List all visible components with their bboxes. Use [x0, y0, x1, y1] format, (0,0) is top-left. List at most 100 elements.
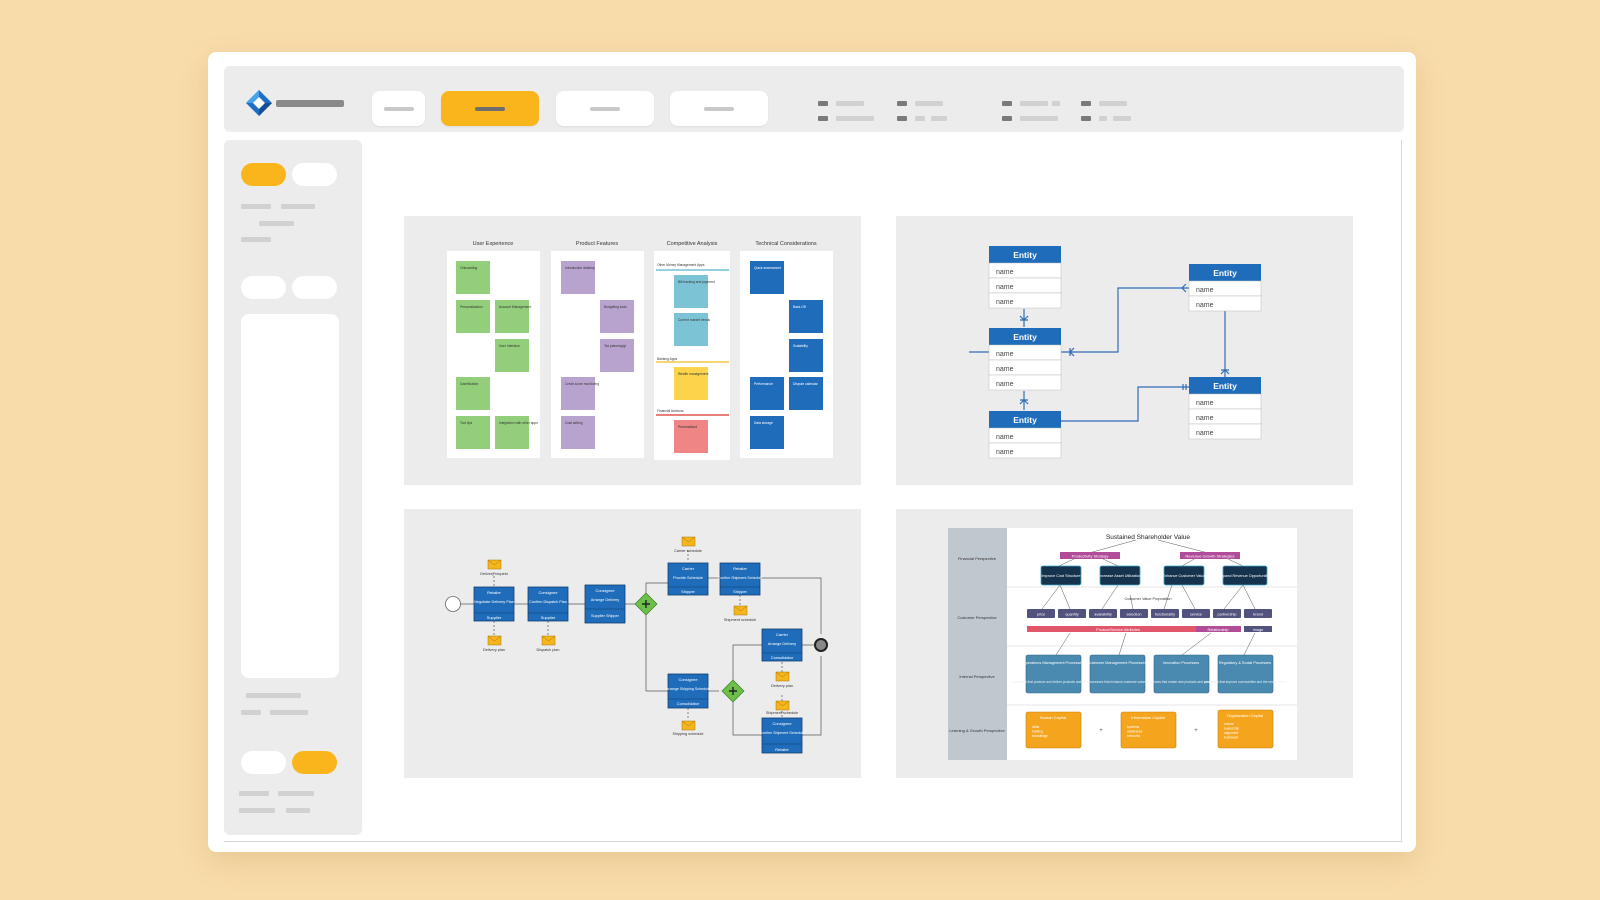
sidebar-button[interactable] — [292, 276, 337, 299]
process-title: Innovation Processes — [1163, 661, 1199, 665]
entity-attribute: name — [996, 351, 1014, 358]
menu-item[interactable] — [836, 101, 864, 106]
sticky-note: Performance — [754, 382, 773, 386]
strategy-title: Sustained Shareholder Value — [1106, 534, 1190, 541]
bpmn-task[interactable]: Carrier Arrange Delivery Consolidator — [761, 628, 803, 662]
entity-table[interactable]: Entity name name — [1188, 264, 1262, 312]
entity-title: Entity — [1013, 250, 1037, 260]
message-envelope-icon: Dispatch plan — [536, 635, 560, 652]
task-role: Shipper — [681, 589, 695, 594]
bpmn-task[interactable]: Consignee Arrange Shipping Schedule Cons… — [666, 673, 710, 709]
objective-box[interactable]: Improve Cost Structure — [1040, 565, 1082, 586]
attribute-label: service — [1190, 613, 1202, 617]
entity-attribute: name — [1196, 430, 1214, 437]
entity-table[interactable]: Entity name name — [988, 411, 1062, 459]
perspective-label: Learning & Growth Perspective — [949, 728, 1005, 733]
attribute-label: brand — [1253, 613, 1263, 617]
message-envelope-icon: Carrier schedule — [674, 536, 702, 553]
capital-box[interactable]: Human Capital skills training knowledge — [1025, 711, 1082, 749]
group-label: Product/Service Attributes — [1096, 628, 1140, 632]
menu-item[interactable] — [1020, 101, 1048, 106]
tab-1[interactable] — [372, 91, 425, 126]
entity-title: Entity — [1013, 332, 1037, 342]
bpmn-task[interactable]: Consignee Confirm Dispatch Plan Supplier — [527, 586, 569, 622]
process-desc: processes that enhance customer value — [1089, 680, 1146, 684]
objective-box[interactable]: Increase Asset Utilization — [1099, 565, 1141, 586]
menu-item[interactable] — [1099, 101, 1127, 106]
sidebar-button[interactable] — [241, 276, 286, 299]
bpmn-task[interactable]: Consignee Arrange Delivery Supplier Ship… — [584, 584, 626, 624]
menu-item[interactable] — [931, 116, 947, 121]
sidebar-text-line — [259, 221, 294, 226]
message-label: Dispatch plan — [536, 648, 559, 652]
template-card-brainstorm[interactable]: User Experience Product Features Competi… — [404, 216, 861, 485]
lane-title: Technical Considerations — [755, 241, 816, 247]
task-name: Confirm Shipment Schedule — [760, 731, 805, 735]
capital-item: knowledge — [1032, 734, 1048, 738]
menu-bullet — [897, 101, 907, 106]
bpmn-task[interactable]: Retailer Confirm Shipment Schedule Shipp… — [718, 562, 763, 596]
template-card-strategy-map[interactable]: Financial Perspective Customer Perspecti… — [896, 509, 1353, 778]
tab-2-active[interactable] — [441, 91, 539, 126]
capital-item: skills — [1032, 725, 1039, 729]
task-role: Consolidator — [677, 701, 700, 706]
message-envelope-icon: Shipping schedule — [672, 720, 704, 736]
entity-table[interactable]: Entity name name name — [1188, 377, 1262, 440]
objective-box[interactable]: Expand Revenue Opportunities — [1219, 565, 1272, 586]
capital-title: Organization Capital — [1227, 713, 1263, 718]
menu-item[interactable] — [1099, 116, 1107, 121]
menu-item[interactable] — [1020, 116, 1058, 121]
menu-bullet — [1081, 116, 1091, 121]
menu-bullet — [897, 116, 907, 121]
sidebar-confirm-button[interactable] — [292, 751, 337, 774]
menu-item[interactable] — [915, 101, 943, 106]
entity-table[interactable]: Entity name name name — [988, 246, 1062, 309]
task-name: Arrange Delivery — [768, 642, 796, 646]
objective-box[interactable]: Enhance Customer Value — [1163, 565, 1206, 586]
sidebar-toggle-on[interactable] — [241, 163, 286, 186]
sticky-note: Wealth management — [678, 372, 708, 376]
template-card-bpmn[interactable]: Retailer Negotiate Delivery Plan Supplie… — [404, 509, 861, 778]
message-label: Delivery plan — [771, 684, 793, 688]
bpmn-task[interactable]: Consignee Confirm Shipment Schedule Reta… — [760, 717, 805, 754]
bpmn-diagram: Retailer Negotiate Delivery Plan Supplie… — [445, 536, 828, 754]
sidebar-toggle-off[interactable] — [292, 163, 337, 186]
task-role: Supplier Shipper — [591, 614, 620, 618]
sticky-note: Introduction desktop — [565, 266, 595, 270]
bpmn-task[interactable]: Carrier Provide Schedule Shipper — [667, 562, 709, 596]
attribute-chip: functionality — [1151, 609, 1179, 618]
menu-item[interactable] — [1113, 116, 1131, 121]
sidebar-cancel-button[interactable] — [241, 751, 286, 774]
menu-item[interactable] — [836, 116, 874, 121]
menu-item[interactable] — [915, 116, 925, 121]
process-title: Regulatory & Social Processes — [1219, 661, 1271, 665]
tab-4[interactable] — [670, 91, 768, 126]
sticky-note: Tax planning/gt — [604, 344, 626, 348]
group-label: Relationship — [1208, 628, 1229, 632]
tab-3[interactable] — [556, 91, 654, 126]
content-border — [1401, 140, 1402, 842]
process-desc: processes that produce and deliver produ… — [1012, 680, 1094, 684]
entity-attribute: name — [996, 299, 1014, 306]
process-box[interactable]: Customer Management Processes processes … — [1088, 654, 1147, 694]
task-name: Arrange Shipping Schedule — [666, 687, 710, 691]
capital-title: Human Capital — [1040, 715, 1067, 720]
objective-label: Increase Asset Utilization — [1099, 574, 1141, 578]
capital-box[interactable]: Information Capital systems databases ne… — [1120, 711, 1177, 749]
process-box[interactable]: Innovation Processes processes that crea… — [1146, 654, 1216, 694]
message-label: Delivery plan — [483, 648, 505, 652]
template-card-er-diagram[interactable]: Entity name name name Entity name name n… — [896, 216, 1353, 485]
lane-title: Product Features — [576, 241, 618, 247]
menu-item[interactable] — [1052, 101, 1060, 106]
capital-item: alignment — [1224, 731, 1238, 735]
task-lane: Retailer — [733, 566, 747, 571]
entity-table[interactable]: Entity name name name — [988, 328, 1062, 391]
diamond-logo-icon — [246, 90, 272, 116]
capital-box[interactable]: Organization Capital culture leadership … — [1217, 709, 1274, 749]
sticky-note: User Interface — [499, 344, 520, 348]
message-label: Shipment schedule — [766, 711, 798, 715]
bpmn-task[interactable]: Retailer Negotiate Delivery Plan Supplie… — [473, 586, 515, 622]
strategy-label: Productivity Strategy — [1072, 554, 1109, 559]
content-border — [224, 841, 1402, 842]
task-lane: Consignee — [678, 677, 698, 682]
